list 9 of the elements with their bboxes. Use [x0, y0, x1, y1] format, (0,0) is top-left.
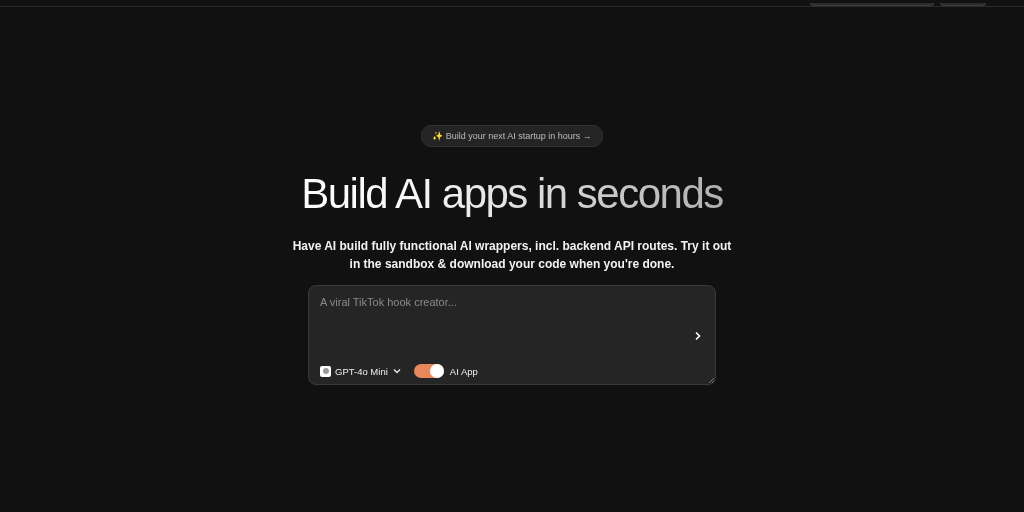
- subtitle: Have AI build fully functional AI wrappers, incl. backend API routes. Try it out in the sandbox & download your code when you're done.: [291, 238, 733, 273]
- prompt-input[interactable]: A viral TikTok hook creator...: [320, 296, 704, 308]
- toggle-label: AI App: [449, 365, 478, 377]
- toggle-switch[interactable]: [413, 364, 444, 378]
- model-icon: [320, 365, 331, 377]
- announcement-badge[interactable]: ✨ Build your next AI startup in hours →: [421, 125, 603, 147]
- model-selector[interactable]: GPT-4o Mini: [320, 365, 402, 377]
- chevron-down-icon: [391, 366, 402, 376]
- resize-handle-icon[interactable]: [708, 377, 714, 383]
